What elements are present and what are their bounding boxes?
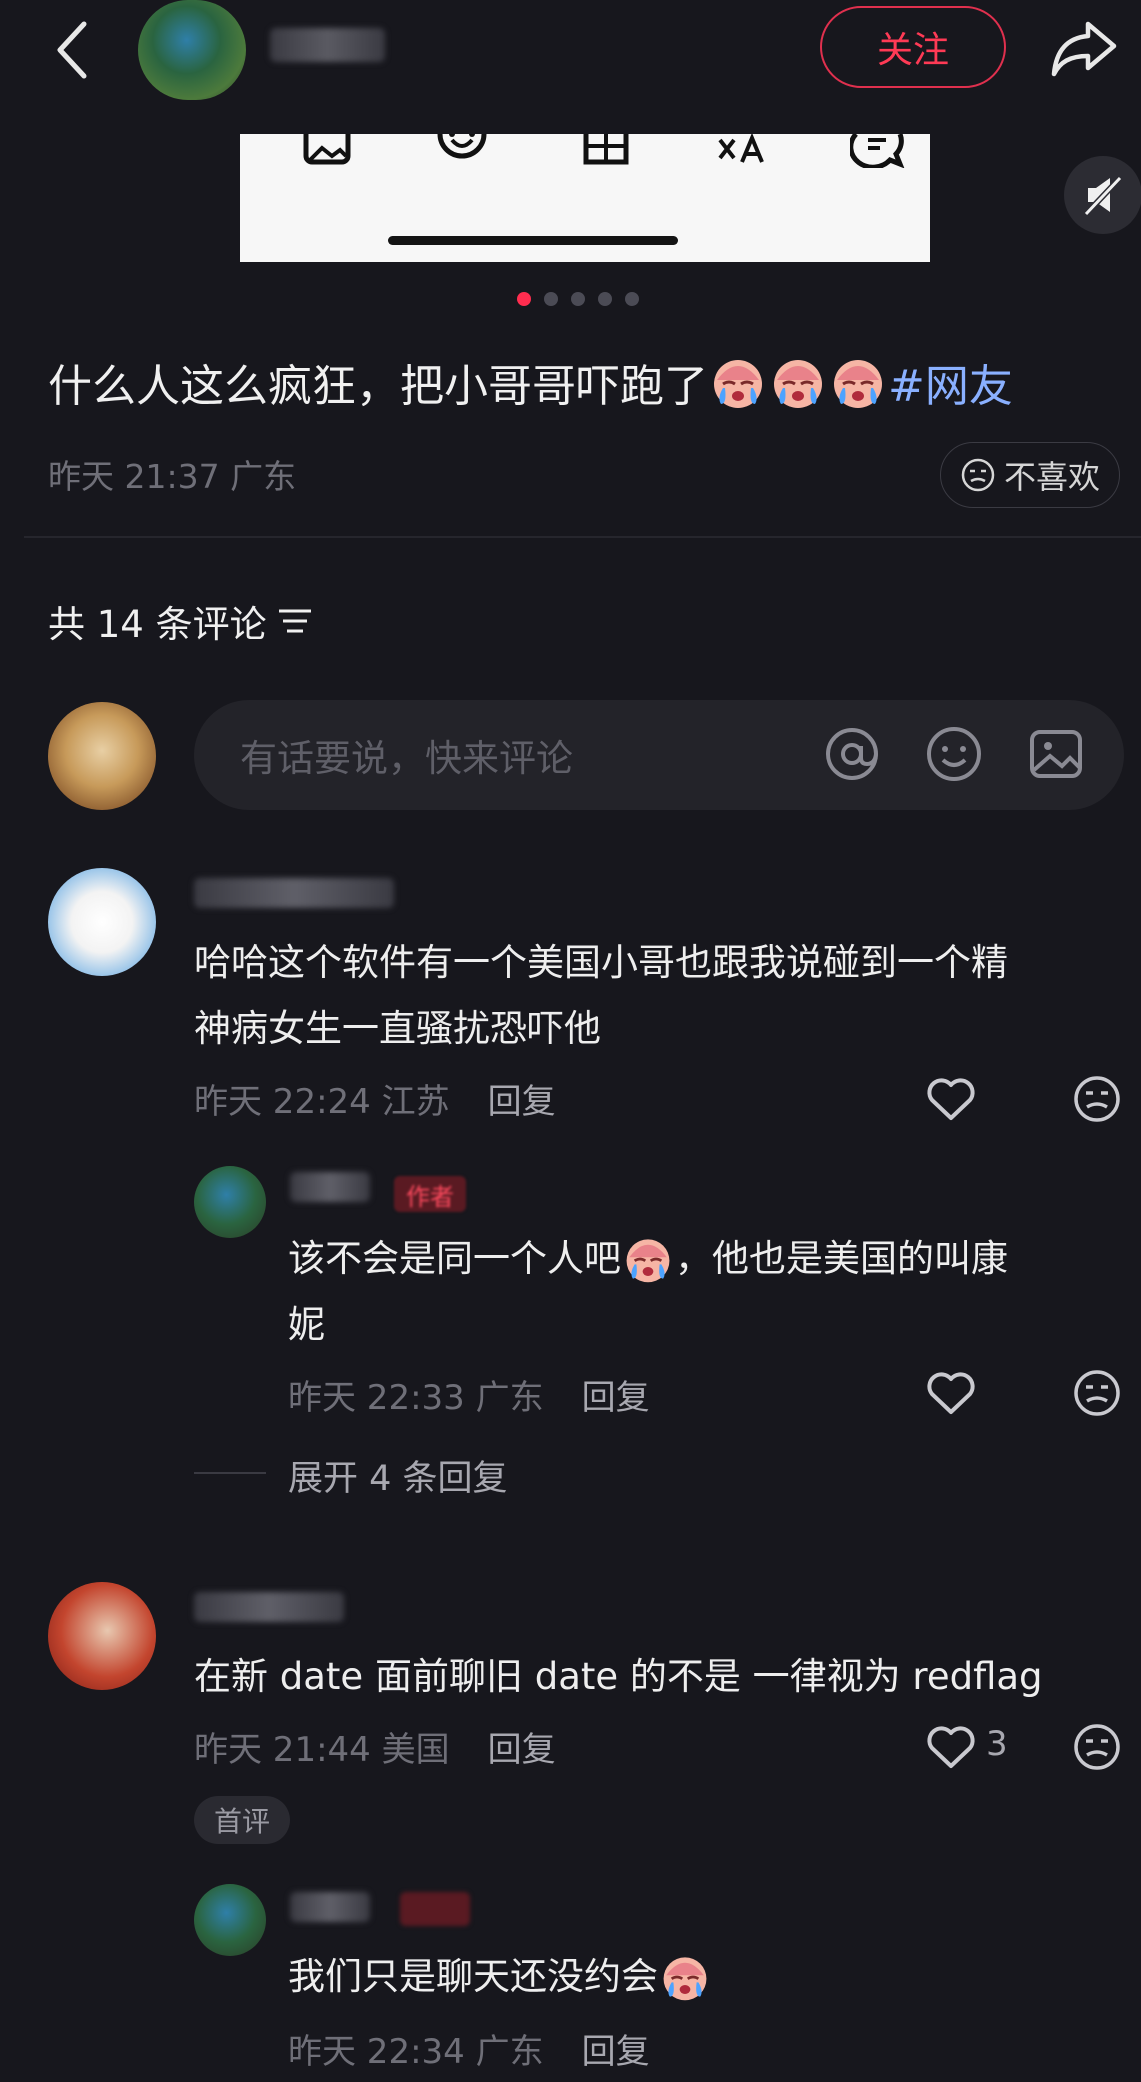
commenter-name[interactable] (194, 878, 394, 908)
dislike-button[interactable]: 不喜欢 (940, 442, 1120, 508)
pager-dot[interactable] (517, 292, 531, 306)
author-reply-avatar[interactable] (194, 1884, 266, 1956)
neutral-face-icon[interactable] (1072, 1074, 1122, 1124)
crying-face-icon (626, 1239, 670, 1283)
comment-meta: 昨天 22:24 江苏 回复 (194, 1074, 556, 1123)
comments-count: 共 14 条评论 (48, 603, 267, 646)
dislike-label: 不喜欢 (1003, 458, 1100, 496)
comments-header: 共 14 条评论 (48, 594, 313, 648)
comment-text: 该不会是同一个人吧 ，他也是美国的叫康 妮 (288, 1226, 1008, 1358)
comment-meta: 昨天 22:33 广东 回复 (288, 1370, 650, 1419)
comment-location: 江苏 (381, 1082, 450, 1122)
heart-icon[interactable] (926, 1076, 976, 1122)
comment-text: 在新 date 面前聊旧 date 的不是 一律视为 redflag (194, 1655, 1043, 1698)
photo-icon (303, 134, 351, 165)
comment-text: 哈哈这个软件有一个美国小哥也跟我说碰到一个精 神病女生一直骚扰恐吓他 (194, 930, 1008, 1062)
comment-input[interactable]: 有话要说，快来评论 (194, 700, 1124, 810)
comment-input-placeholder: 有话要说，快来评论 (240, 737, 573, 780)
reply-button[interactable]: 回复 (582, 1370, 650, 1419)
chat-icon (850, 134, 905, 168)
author-avatar[interactable] (138, 0, 246, 100)
crying-face-icon (774, 360, 822, 408)
crying-face-icon (714, 360, 762, 408)
post-caption: 什么人这么疯狂，把小哥哥吓跑了 #网友 (48, 350, 1013, 414)
comment-line: 该不会是同一个人吧 ，他也是美国的叫康 (288, 1226, 1008, 1292)
post-location: 广东 (230, 457, 297, 496)
divider (24, 536, 1141, 538)
home-indicator (388, 236, 678, 245)
reply-button[interactable]: 回复 (488, 1074, 556, 1123)
comment-time: 昨天 21:44 (194, 1730, 371, 1770)
comment-line: 妮 (288, 1303, 325, 1346)
comment-meta: 昨天 21:44 美国 回复 (194, 1722, 556, 1771)
crying-face-icon (663, 1957, 707, 2001)
follow-button[interactable]: 关注 (820, 6, 1006, 88)
expand-replies-button[interactable]: 展开 4 条回复 (288, 1450, 508, 1501)
like-count: 3 (986, 1724, 1008, 1764)
comment-time: 昨天 22:34 (288, 2032, 465, 2072)
first-comment-badge: 首评 (194, 1796, 290, 1844)
neutral-face-icon[interactable] (1072, 1368, 1122, 1418)
author-name[interactable] (270, 28, 385, 62)
pager-dot[interactable] (598, 292, 612, 306)
comment-fragment: 该不会是同一个人吧 (288, 1237, 621, 1280)
share-button[interactable] (1048, 12, 1120, 82)
comment-line: 哈哈这个软件有一个美国小哥也跟我说碰到一个精 (194, 941, 1008, 984)
comment-location: 美国 (381, 1730, 450, 1770)
chevron-left-icon (57, 21, 87, 79)
commenter-avatar[interactable] (48, 868, 156, 976)
post-meta: 昨天 21:37 广东 (48, 450, 296, 498)
author-tag (400, 1892, 470, 1926)
at-mention-icon[interactable] (822, 724, 882, 784)
comment-text: 我们只是聊天还没约会 (288, 1944, 712, 2010)
pager-dot[interactable] (571, 292, 585, 306)
commenter-name[interactable] (194, 1592, 344, 1622)
image-upload-icon[interactable] (1026, 724, 1086, 784)
grid-icon (583, 134, 629, 165)
commenter-avatar[interactable] (48, 1582, 156, 1690)
post-time: 昨天 21:37 (48, 457, 220, 496)
emoji-icon[interactable] (924, 724, 984, 784)
comment-fragment: ，他也是美国的叫康 (675, 1237, 1008, 1280)
comment-line: 神病女生一直骚扰恐吓他 (194, 1007, 601, 1050)
comment-location: 广东 (475, 1378, 544, 1418)
pager-dot[interactable] (544, 292, 558, 306)
comment-location: 广东 (475, 2032, 544, 2072)
comment-time: 昨天 22:24 (194, 1082, 371, 1122)
expand-divider (194, 1472, 266, 1474)
translate-icon (718, 134, 764, 163)
hashtag-link[interactable]: #网友 (888, 350, 1013, 414)
image-pager[interactable] (517, 292, 639, 306)
comment-fragment: 我们只是聊天还没约会 (288, 1955, 658, 1998)
caption-text: 什么人这么疯狂，把小哥哥吓跑了 (48, 361, 708, 412)
reply-button[interactable]: 回复 (488, 1722, 556, 1771)
heart-icon[interactable] (926, 1724, 976, 1770)
reply-author-name[interactable] (290, 1892, 370, 1922)
reply-button[interactable]: 回复 (582, 2024, 650, 2073)
comment-meta: 昨天 22:34 广东 回复 (288, 2024, 650, 2073)
neutral-face-icon (961, 458, 995, 492)
pager-dot[interactable] (625, 292, 639, 306)
comment-time: 昨天 22:33 (288, 1378, 465, 1418)
share-icon (1051, 21, 1117, 77)
mute-button[interactable] (1064, 156, 1141, 234)
heart-icon[interactable] (926, 1370, 976, 1416)
back-button[interactable] (48, 14, 98, 84)
post-image[interactable] (240, 134, 930, 262)
speaker-mute-icon (1083, 175, 1123, 217)
author-tag: 作者 (394, 1176, 466, 1212)
crying-face-icon (834, 360, 882, 408)
reply-author-name[interactable] (290, 1172, 370, 1202)
my-avatar[interactable] (48, 702, 156, 810)
author-reply-avatar[interactable] (194, 1166, 266, 1238)
neutral-face-icon[interactable] (1072, 1722, 1122, 1772)
sort-icon[interactable] (277, 606, 313, 636)
smile-icon (437, 134, 487, 159)
